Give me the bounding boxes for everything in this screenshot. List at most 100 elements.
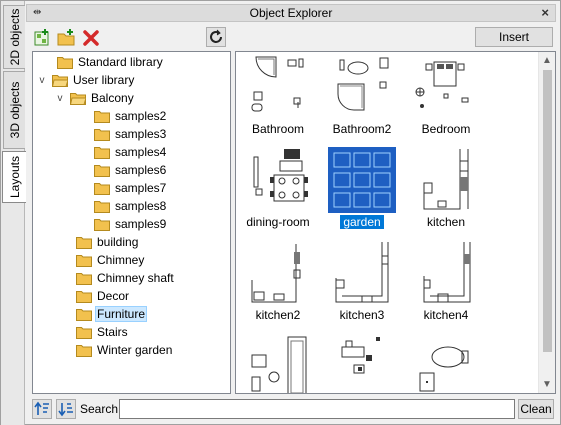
tree-item-label: Stairs bbox=[97, 325, 128, 339]
tab-3d-objects[interactable]: 3D objects bbox=[3, 71, 25, 149]
tree-item-label: Chimney shaft bbox=[97, 271, 174, 285]
tree-item[interactable]: v Balcony bbox=[54, 89, 136, 107]
thumbnail-label: garden bbox=[340, 215, 384, 229]
toilet-thumbnail bbox=[419, 346, 469, 392]
thumbnail-label: kitchen4 bbox=[423, 308, 469, 322]
thumbnail-label: Bedroom bbox=[421, 122, 471, 136]
folder-icon bbox=[76, 236, 92, 249]
sort-descending-button[interactable] bbox=[56, 399, 76, 419]
tree-item[interactable]: samples7 bbox=[78, 179, 168, 197]
folder-icon bbox=[94, 182, 110, 195]
thumbnail-item-selected[interactable]: garden bbox=[320, 145, 404, 237]
thumbnail-label: kitchen2 bbox=[255, 308, 301, 322]
thumbnail-item[interactable] bbox=[236, 331, 320, 393]
folder-icon bbox=[94, 200, 110, 213]
thumbnail-item[interactable] bbox=[320, 331, 404, 393]
tree-item-label: Furniture bbox=[95, 306, 148, 322]
open-folder-icon bbox=[70, 92, 86, 105]
tree-item-label: Chimney bbox=[97, 253, 145, 267]
new-folder-button[interactable] bbox=[55, 27, 75, 47]
tree-item[interactable]: v User library bbox=[36, 71, 136, 89]
tree-item[interactable]: samples8 bbox=[78, 197, 168, 215]
tree-expander[interactable]: v bbox=[36, 75, 48, 86]
delete-icon bbox=[83, 30, 99, 46]
scrollbar-thumb[interactable] bbox=[543, 70, 552, 352]
tree-item[interactable]: Winter garden bbox=[60, 341, 174, 359]
tree-item-selected[interactable]: Furniture bbox=[60, 305, 148, 323]
folder-icon bbox=[76, 254, 92, 267]
tree-item[interactable]: samples2 bbox=[78, 107, 168, 125]
layout-thumbnail-grid[interactable]: Bathroom Bathroom2 Bedroom dining-room g… bbox=[235, 51, 556, 394]
kitchen3-thumbnail bbox=[335, 242, 389, 303]
tree-item[interactable]: samples3 bbox=[78, 125, 168, 143]
scroll-up-icon[interactable]: ▲ bbox=[539, 52, 555, 69]
tree-expander[interactable]: v bbox=[54, 93, 66, 104]
insert-button[interactable]: Insert bbox=[475, 27, 553, 47]
thumbnail-label: kitchen3 bbox=[339, 308, 385, 322]
thumbnail-item[interactable]: dining-room bbox=[236, 145, 320, 237]
tree-item-label: building bbox=[97, 235, 139, 249]
grid-scrollbar[interactable]: ▲ ▼ bbox=[538, 52, 555, 393]
close-icon[interactable]: × bbox=[541, 5, 549, 20]
tree-item[interactable]: samples6 bbox=[78, 161, 168, 179]
thumbnail-item[interactable]: Bathroom bbox=[236, 52, 320, 144]
clean-button[interactable]: Clean bbox=[518, 399, 554, 419]
garden-thumbnail bbox=[328, 147, 396, 213]
tree-item[interactable]: Chimney shaft bbox=[60, 269, 176, 287]
folder-icon bbox=[94, 146, 110, 159]
folder-icon bbox=[94, 164, 110, 177]
bathroom-thumbnail bbox=[251, 56, 304, 112]
thumbnail-item[interactable]: Bathroom2 bbox=[320, 52, 404, 144]
folder-icon bbox=[94, 110, 110, 123]
kitchen2-thumbnail bbox=[251, 244, 301, 303]
thumbnail-item[interactable]: kitchen2 bbox=[236, 238, 320, 330]
tree-item-label: Winter garden bbox=[97, 343, 173, 357]
window-title: Object Explorer bbox=[249, 6, 333, 20]
object-explorer-window: 2D objects 3D objects Layouts ⇹ Object E… bbox=[0, 0, 561, 425]
tree-item[interactable]: samples4 bbox=[78, 143, 168, 161]
tab-2d-objects-label: 2D objects bbox=[7, 8, 22, 66]
tree-item-label: samples4 bbox=[115, 145, 167, 159]
tree-item[interactable]: Chimney bbox=[60, 251, 146, 269]
add-object-icon bbox=[34, 29, 49, 46]
search-input[interactable] bbox=[119, 399, 515, 419]
vertical-tabs: 2D objects 3D objects Layouts bbox=[1, 1, 26, 425]
tree-item[interactable]: samples9 bbox=[78, 215, 168, 233]
thumbnail-item[interactable]: kitchen3 bbox=[320, 238, 404, 330]
office-thumbnail bbox=[341, 337, 380, 374]
tab-layouts-label: Layouts bbox=[7, 155, 22, 199]
thumbnail-item[interactable]: kitchen bbox=[404, 145, 488, 237]
tree-item-label: samples9 bbox=[115, 217, 167, 231]
thumbnail-label: dining-room bbox=[246, 215, 310, 229]
folder-icon bbox=[76, 344, 92, 357]
folder-icon bbox=[76, 290, 92, 303]
refresh-button[interactable] bbox=[206, 27, 226, 47]
tab-layouts[interactable]: Layouts bbox=[2, 151, 26, 203]
delete-button[interactable] bbox=[80, 27, 100, 47]
thumbnail-item[interactable]: Bedroom bbox=[404, 52, 488, 144]
folder-tree[interactable]: Standard library v User library v Balcon… bbox=[32, 51, 231, 394]
add-object-button[interactable] bbox=[31, 27, 51, 47]
folder-icon bbox=[76, 272, 92, 285]
tree-item[interactable]: Stairs bbox=[60, 323, 130, 341]
scroll-down-icon[interactable]: ▼ bbox=[539, 376, 555, 393]
tree-item-label: samples2 bbox=[115, 109, 167, 123]
tree-item[interactable]: Decor bbox=[60, 287, 131, 305]
folder-icon bbox=[76, 308, 92, 321]
thumbnail-item[interactable] bbox=[404, 331, 488, 393]
sort-ascending-button[interactable] bbox=[32, 399, 52, 419]
folder-icon bbox=[76, 326, 92, 339]
tab-2d-objects[interactable]: 2D objects bbox=[3, 5, 25, 69]
refresh-icon bbox=[210, 29, 222, 43]
tree-item-label: samples7 bbox=[115, 181, 167, 195]
tree-item[interactable]: Standard library bbox=[41, 53, 165, 71]
tab-3d-objects-label: 3D objects bbox=[7, 81, 22, 139]
tree-item-label: samples8 bbox=[115, 199, 167, 213]
tree-item[interactable]: building bbox=[60, 233, 140, 251]
thumbnail-item[interactable]: kitchen4 bbox=[404, 238, 488, 330]
search-label: Search: bbox=[80, 402, 122, 416]
kitchen-thumbnail bbox=[423, 149, 469, 210]
tree-item-label: samples6 bbox=[115, 163, 167, 177]
tree-item-label: Balcony bbox=[91, 91, 134, 105]
folder-icon bbox=[94, 218, 110, 231]
